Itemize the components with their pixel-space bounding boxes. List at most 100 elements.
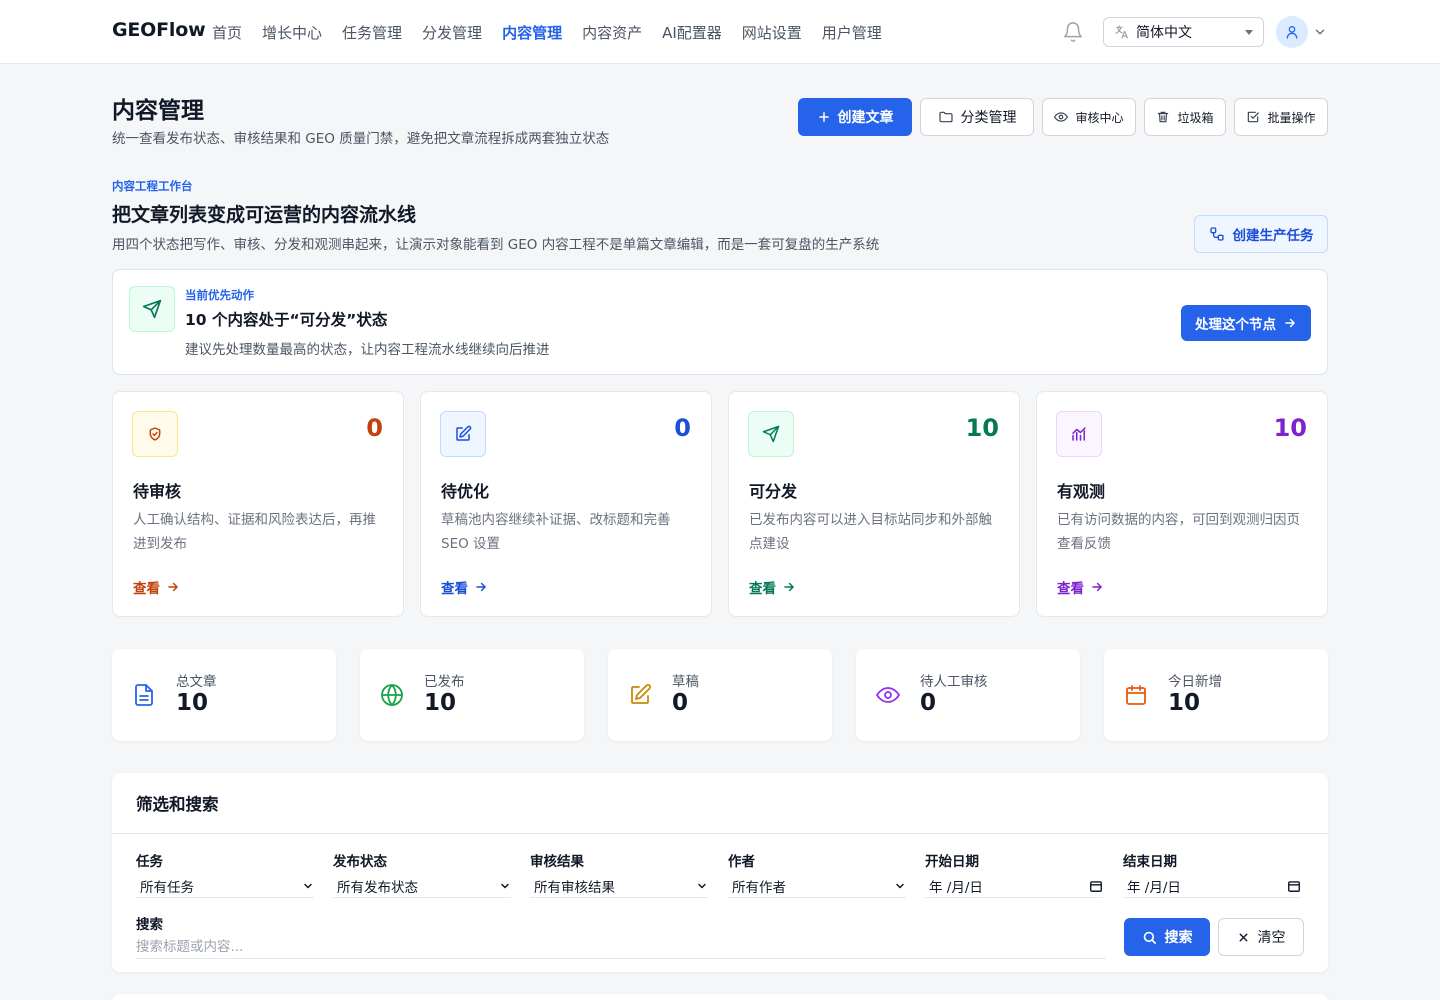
- state-view-link[interactable]: 查看: [133, 577, 180, 597]
- handle-node-button[interactable]: 处理这个节点: [1181, 305, 1311, 341]
- end-date-input[interactable]: 年 /月/日: [1123, 875, 1301, 898]
- state-name: 有观测: [1057, 482, 1106, 501]
- state-count: 0: [366, 414, 383, 442]
- filter-task: 任务 所有任务: [136, 850, 314, 898]
- filter-title: 筛选和搜索: [136, 795, 219, 814]
- state-card-distributable: 10 可分发 已发布内容可以进入目标站同步和外部触点建设 查看: [728, 391, 1020, 617]
- arrow-right-icon: [782, 580, 796, 594]
- state-card-pending-review: 0 待审核 人工确认结构、证据和风险表达后，再推进到发布 查看: [112, 391, 404, 617]
- create-article-label: 创建文章: [837, 110, 894, 126]
- bell-icon[interactable]: [1062, 21, 1084, 43]
- handle-node-label: 处理这个节点: [1195, 317, 1276, 333]
- publish-status-select[interactable]: 所有发布状态: [333, 875, 511, 898]
- priority-title: 10 个内容处于“可分发”状态: [185, 311, 388, 329]
- nav-item-ai-config[interactable]: AI配置器: [662, 22, 722, 43]
- filter-start-date: 开始日期 年 /月/日: [925, 850, 1103, 898]
- state-count: 10: [1273, 414, 1307, 442]
- review-center-button[interactable]: 审核中心: [1042, 98, 1136, 136]
- nav-item-growth[interactable]: 增长中心: [262, 22, 322, 43]
- filter-review-result: 审核结果 所有审核结果: [530, 850, 708, 898]
- state-card-observed: 10 有观测 已有访问数据的内容，可回到观测归因页查看反馈 查看: [1036, 391, 1328, 617]
- nav-item-tasks[interactable]: 任务管理: [342, 22, 402, 43]
- state-view-link[interactable]: 查看: [441, 577, 488, 597]
- task-select[interactable]: 所有任务: [136, 875, 314, 898]
- state-desc: 已有访问数据的内容，可回到观测归因页查看反馈: [1057, 512, 1300, 552]
- stat-card-pending-review: 待人工审核 0: [856, 649, 1080, 741]
- caret-down-icon: [1245, 29, 1253, 35]
- workbench-subtitle: 用四个状态把写作、审核、分发和观测串起来，让演示对象能看到 GEO 内容工程不是…: [112, 237, 880, 253]
- calendar-icon[interactable]: [1089, 879, 1103, 893]
- date-value: 年 /月/日: [929, 880, 983, 896]
- arrow-right-icon: [166, 580, 180, 594]
- clear-button[interactable]: 清空: [1218, 918, 1304, 956]
- arrow-right-icon: [1090, 580, 1104, 594]
- main-nav: 首页 增长中心 任务管理 分发管理 内容管理 内容资产 AI配置器 网站设置 用…: [212, 22, 882, 43]
- stat-value: 0: [672, 690, 689, 716]
- stat-card-today: 今日新增 10: [1104, 649, 1328, 741]
- state-name: 待优化: [441, 482, 490, 501]
- filter-publish-status: 发布状态 所有发布状态: [333, 850, 511, 898]
- state-view-link[interactable]: 查看: [749, 577, 796, 597]
- stat-value: 10: [176, 690, 209, 716]
- filter-label: 任务: [136, 854, 163, 870]
- folder-icon: [938, 109, 954, 125]
- state-view-link[interactable]: 查看: [1057, 577, 1104, 597]
- calendar-icon: [1124, 683, 1148, 707]
- chart-icon: [1056, 411, 1102, 457]
- create-article-button[interactable]: 创建文章: [798, 98, 912, 136]
- language-select[interactable]: 简体中文: [1103, 17, 1264, 47]
- view-link-label: 查看: [133, 581, 160, 597]
- search-label: 搜索: [136, 917, 163, 933]
- start-date-input[interactable]: 年 /月/日: [925, 875, 1103, 898]
- workbench-title: 把文章列表变成可运营的内容流水线: [112, 204, 417, 226]
- nav-item-distribution[interactable]: 分发管理: [422, 22, 482, 43]
- arrow-right-icon: [474, 580, 488, 594]
- globe-icon: [380, 683, 404, 707]
- chevron-down-icon[interactable]: [1313, 25, 1327, 39]
- nav-item-users[interactable]: 用户管理: [822, 22, 882, 43]
- priority-label: 当前优先动作: [185, 288, 254, 302]
- trash-label: 垃圾箱: [1177, 110, 1214, 125]
- filter-label: 作者: [728, 854, 755, 870]
- category-manage-button[interactable]: 分类管理: [920, 98, 1034, 136]
- create-task-button[interactable]: 创建生产任务: [1194, 215, 1328, 253]
- filter-label: 审核结果: [530, 854, 584, 870]
- workbench-eyebrow: 内容工程工作台: [112, 179, 193, 193]
- select-value: 所有发布状态: [337, 880, 418, 896]
- state-count: 0: [674, 414, 691, 442]
- search-input[interactable]: [136, 935, 1106, 959]
- nav-item-assets[interactable]: 内容资产: [582, 22, 642, 43]
- state-card-to-optimize: 0 待优化 草稿池内容继续补证据、改标题和完善 SEO 设置 查看: [420, 391, 712, 617]
- state-name: 可分发: [749, 482, 798, 501]
- trash-button[interactable]: 垃圾箱: [1144, 98, 1226, 136]
- author-select[interactable]: 所有作者: [728, 875, 906, 898]
- state-desc: 已发布内容可以进入目标站同步和外部触点建设: [749, 512, 992, 552]
- trash-icon: [1156, 110, 1170, 124]
- eye-icon: [876, 683, 900, 707]
- arrow-right-icon: [1283, 316, 1297, 330]
- translate-icon: [1114, 24, 1130, 40]
- batch-action-label: 批量操作: [1267, 110, 1316, 125]
- brand-logo[interactable]: GEOFlow: [112, 19, 206, 41]
- search-button[interactable]: 搜索: [1124, 918, 1210, 956]
- chevron-down-icon: [894, 880, 906, 892]
- review-result-select[interactable]: 所有审核结果: [530, 875, 708, 898]
- select-value: 所有作者: [732, 880, 786, 896]
- plus-icon: [817, 110, 831, 124]
- shield-check-icon: [132, 411, 178, 457]
- avatar[interactable]: [1276, 16, 1308, 48]
- view-link-label: 查看: [441, 581, 468, 597]
- nav-item-home[interactable]: 首页: [212, 22, 242, 43]
- page-title: 内容管理: [112, 98, 204, 124]
- filter-end-date: 结束日期 年 /月/日: [1123, 850, 1301, 898]
- stat-value: 10: [1168, 690, 1201, 716]
- search-icon: [1142, 930, 1157, 945]
- nav-item-site-settings[interactable]: 网站设置: [742, 22, 802, 43]
- nav-item-content[interactable]: 内容管理: [502, 22, 562, 43]
- calendar-icon[interactable]: [1287, 879, 1301, 893]
- stat-label: 已发布: [424, 674, 465, 690]
- batch-action-button[interactable]: 批量操作: [1234, 98, 1328, 136]
- state-desc: 人工确认结构、证据和风险表达后，再推进到发布: [133, 512, 376, 552]
- filter-label: 结束日期: [1123, 854, 1177, 870]
- stat-label: 草稿: [672, 674, 699, 690]
